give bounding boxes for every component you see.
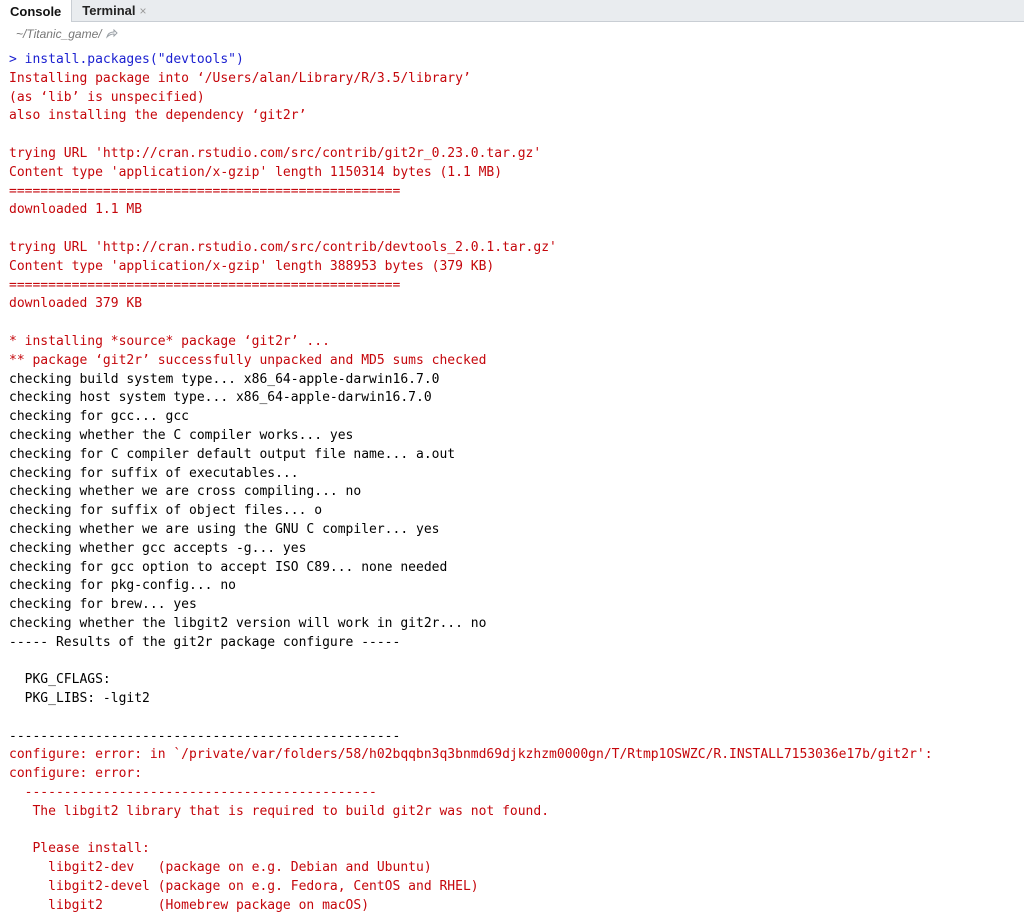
console-message-line: libgit2 (Homebrew package on macOS) [9, 897, 370, 913]
console-message-line: also installing the dependency ‘git2r’ [9, 108, 307, 124]
console-output-line: checking whether we are cross compiling.… [9, 484, 362, 500]
console-message-line: ========================================… [9, 277, 401, 293]
console-message-line: ========================================… [9, 183, 401, 199]
rstudio-console-pane: Console Terminal × ~/Titanic_game/ > ins… [0, 0, 1024, 918]
tab-console-label: Console [10, 3, 62, 19]
console-output-line: PKG_LIBS: -lgit2 [9, 691, 150, 707]
console-output-line: checking for pkg-config... no [9, 578, 236, 594]
console-message-line: libgit2-devel (package on e.g. Fedora, C… [9, 879, 479, 895]
working-directory-path: ~/Titanic_game/ [16, 27, 102, 41]
arrow-forward-icon[interactable] [105, 29, 118, 39]
console-output-line: checking build system type... x86_64-app… [9, 371, 440, 387]
working-directory-bar: ~/Titanic_game/ [0, 22, 1024, 46]
console-output-line: checking host system type... x86_64-appl… [9, 390, 432, 406]
console-message-line: Content type 'application/x-gzip' length… [9, 258, 495, 274]
console-output-line: PKG_CFLAGS: [9, 672, 111, 688]
console-message-line: Installing package into ‘/Users/alan/Lib… [9, 70, 471, 86]
console-message-line: configure: error: [9, 766, 143, 782]
console-output-line: checking for C compiler default output f… [9, 446, 456, 462]
tab-console[interactable]: Console [0, 0, 73, 23]
console-message-line: Content type 'application/x-gzip' length… [9, 164, 503, 180]
console-message-line: (as ‘lib’ is unspecified) [9, 89, 205, 105]
console-message-line: libgit2-dev (package on e.g. Debian and … [9, 860, 432, 876]
console-output-line: checking for gcc option to accept ISO C8… [9, 559, 448, 575]
console-output-line: checking for suffix of executables... [9, 465, 299, 481]
console-output-line: checking whether the C compiler works...… [9, 427, 354, 443]
console-output-line: checking for brew... yes [9, 597, 197, 613]
console-message-line: trying URL 'http://cran.rstudio.com/src/… [9, 239, 557, 255]
console-message-line: Please install: [9, 841, 150, 857]
tab-terminal-label: Terminal [82, 3, 136, 18]
console-message-line: ----------------------------------------… [9, 785, 377, 801]
console-message-line: The libgit2 library that is required to … [9, 803, 550, 819]
console-message-line: ** package ‘git2r’ successfully unpacked… [9, 352, 487, 368]
console-output-line: checking whether gcc accepts -g... yes [9, 540, 307, 556]
console-output-line: checking for gcc... gcc [9, 409, 190, 425]
console-output-line: ----- Results of the git2r package confi… [9, 634, 401, 650]
console-command-line: > install.packages("devtools") [9, 52, 244, 67]
pane-tab-bar: Console Terminal × [0, 0, 1024, 23]
console-output-line: checking for suffix of object files... o [9, 503, 323, 519]
console-output-line: ----------------------------------------… [9, 728, 401, 744]
console-message-line: trying URL 'http://cran.rstudio.com/src/… [9, 145, 542, 161]
tab-terminal[interactable]: Terminal × [72, 0, 156, 22]
console-output[interactable]: > install.packages("devtools") Installing… [9, 51, 1019, 916]
console-message-line: downloaded 379 KB [9, 296, 143, 312]
close-icon[interactable]: × [140, 1, 147, 21]
console-message-line: configure: error: in `/private/var/folde… [9, 747, 933, 763]
console-message-line: * installing *source* package ‘git2r’ ..… [9, 333, 330, 349]
console-message-line: downloaded 1.1 MB [9, 202, 143, 218]
console-output-line: checking whether we are using the GNU C … [9, 521, 440, 537]
console-output-line: checking whether the libgit2 version wil… [9, 615, 487, 631]
